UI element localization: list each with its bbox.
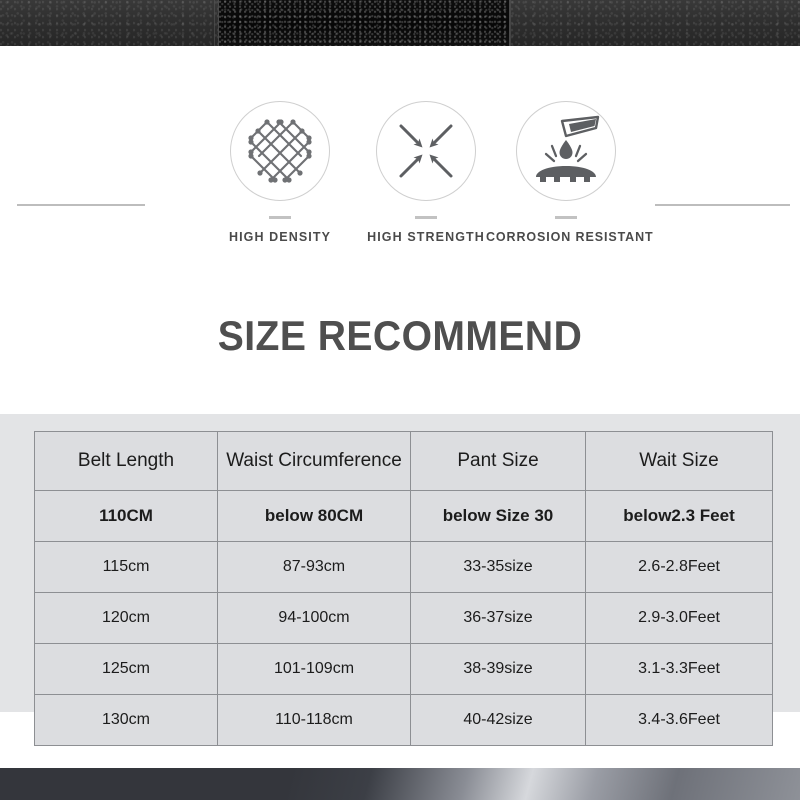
decorative-line-right [655, 204, 790, 206]
cell-waist-circumference: 101-109cm [217, 643, 411, 695]
table-row: 130cm 110-118cm 40-42size 3.4-3.6Feet [34, 694, 773, 746]
column-header-wait-size: Wait Size [585, 431, 773, 491]
cell-belt-length: 115cm [34, 541, 218, 593]
table-header-row: Belt Length Waist Circumference Pant Siz… [34, 431, 773, 491]
mesh-lattice-icon [230, 101, 330, 201]
decorative-line-left [17, 204, 145, 206]
cell-pant-size: 40-42size [410, 694, 586, 746]
cell-wait-size: 2.6-2.8Feet [585, 541, 773, 593]
cell-belt-length: 130cm [34, 694, 218, 746]
cell-belt-length: 110CM [34, 490, 218, 542]
converging-arrows-icon [376, 101, 476, 201]
cell-pant-size: 33-35size [410, 541, 586, 593]
cell-wait-size: 3.4-3.6Feet [585, 694, 773, 746]
cell-wait-size: below2.3 Feet [585, 490, 773, 542]
cell-pant-size: below Size 30 [410, 490, 586, 542]
cell-wait-size: 2.9-3.0Feet [585, 592, 773, 644]
page-title: SIZE RECOMMEND [217, 312, 583, 359]
cell-pant-size: 36-37size [410, 592, 586, 644]
belt-center-panel [218, 0, 510, 46]
cell-waist-circumference: 87-93cm [217, 541, 411, 593]
feature-divider-dash [269, 216, 291, 219]
feature-label: HIGH DENSITY [228, 230, 332, 244]
buckle-photo-strip [0, 768, 800, 800]
feature-high-density: HIGH DENSITY [200, 46, 360, 244]
corrosion-droplet-icon [516, 101, 616, 201]
features-section: HIGH DENSITY HIGH STRENGTH CORROSION RES… [0, 46, 800, 276]
feature-label: CORROSION RESISTANT [486, 230, 654, 244]
table-row: 120cm 94-100cm 36-37size 2.9-3.0Feet [34, 592, 773, 644]
cell-waist-circumference: below 80CM [217, 490, 411, 542]
cell-waist-circumference: 94-100cm [217, 592, 411, 644]
feature-divider-dash [555, 216, 577, 219]
cell-belt-length: 120cm [34, 592, 218, 644]
cell-wait-size: 3.1-3.3Feet [585, 643, 773, 695]
size-recommend-table: Belt Length Waist Circumference Pant Siz… [34, 431, 773, 746]
belt-texture-banner [0, 0, 800, 46]
cell-waist-circumference: 110-118cm [217, 694, 411, 746]
cell-belt-length: 125cm [34, 643, 218, 695]
belt-seam-right [510, 0, 511, 46]
size-table-panel: Belt Length Waist Circumference Pant Siz… [0, 414, 800, 746]
cell-pant-size: 38-39size [410, 643, 586, 695]
size-chart-page: HIGH DENSITY HIGH STRENGTH CORROSION RES… [0, 0, 800, 800]
feature-high-strength: HIGH STRENGTH [346, 46, 506, 244]
feature-corrosion-resistant: CORROSION RESISTANT [486, 46, 654, 244]
table-row: 125cm 101-109cm 38-39size 3.1-3.3Feet [34, 643, 773, 695]
belt-seam-left [214, 0, 215, 46]
column-header-pant-size: Pant Size [410, 431, 586, 491]
table-row: 115cm 87-93cm 33-35size 2.6-2.8Feet [34, 541, 773, 593]
feature-divider-dash [415, 216, 437, 219]
table-row: 110CM below 80CM below Size 30 below2.3 … [34, 490, 773, 542]
column-header-belt-length: Belt Length [34, 431, 218, 491]
feature-list: HIGH DENSITY HIGH STRENGTH CORROSION RES… [186, 46, 656, 276]
feature-label: HIGH STRENGTH [367, 230, 485, 244]
column-header-waist-circumference: Waist Circumference [217, 431, 411, 491]
